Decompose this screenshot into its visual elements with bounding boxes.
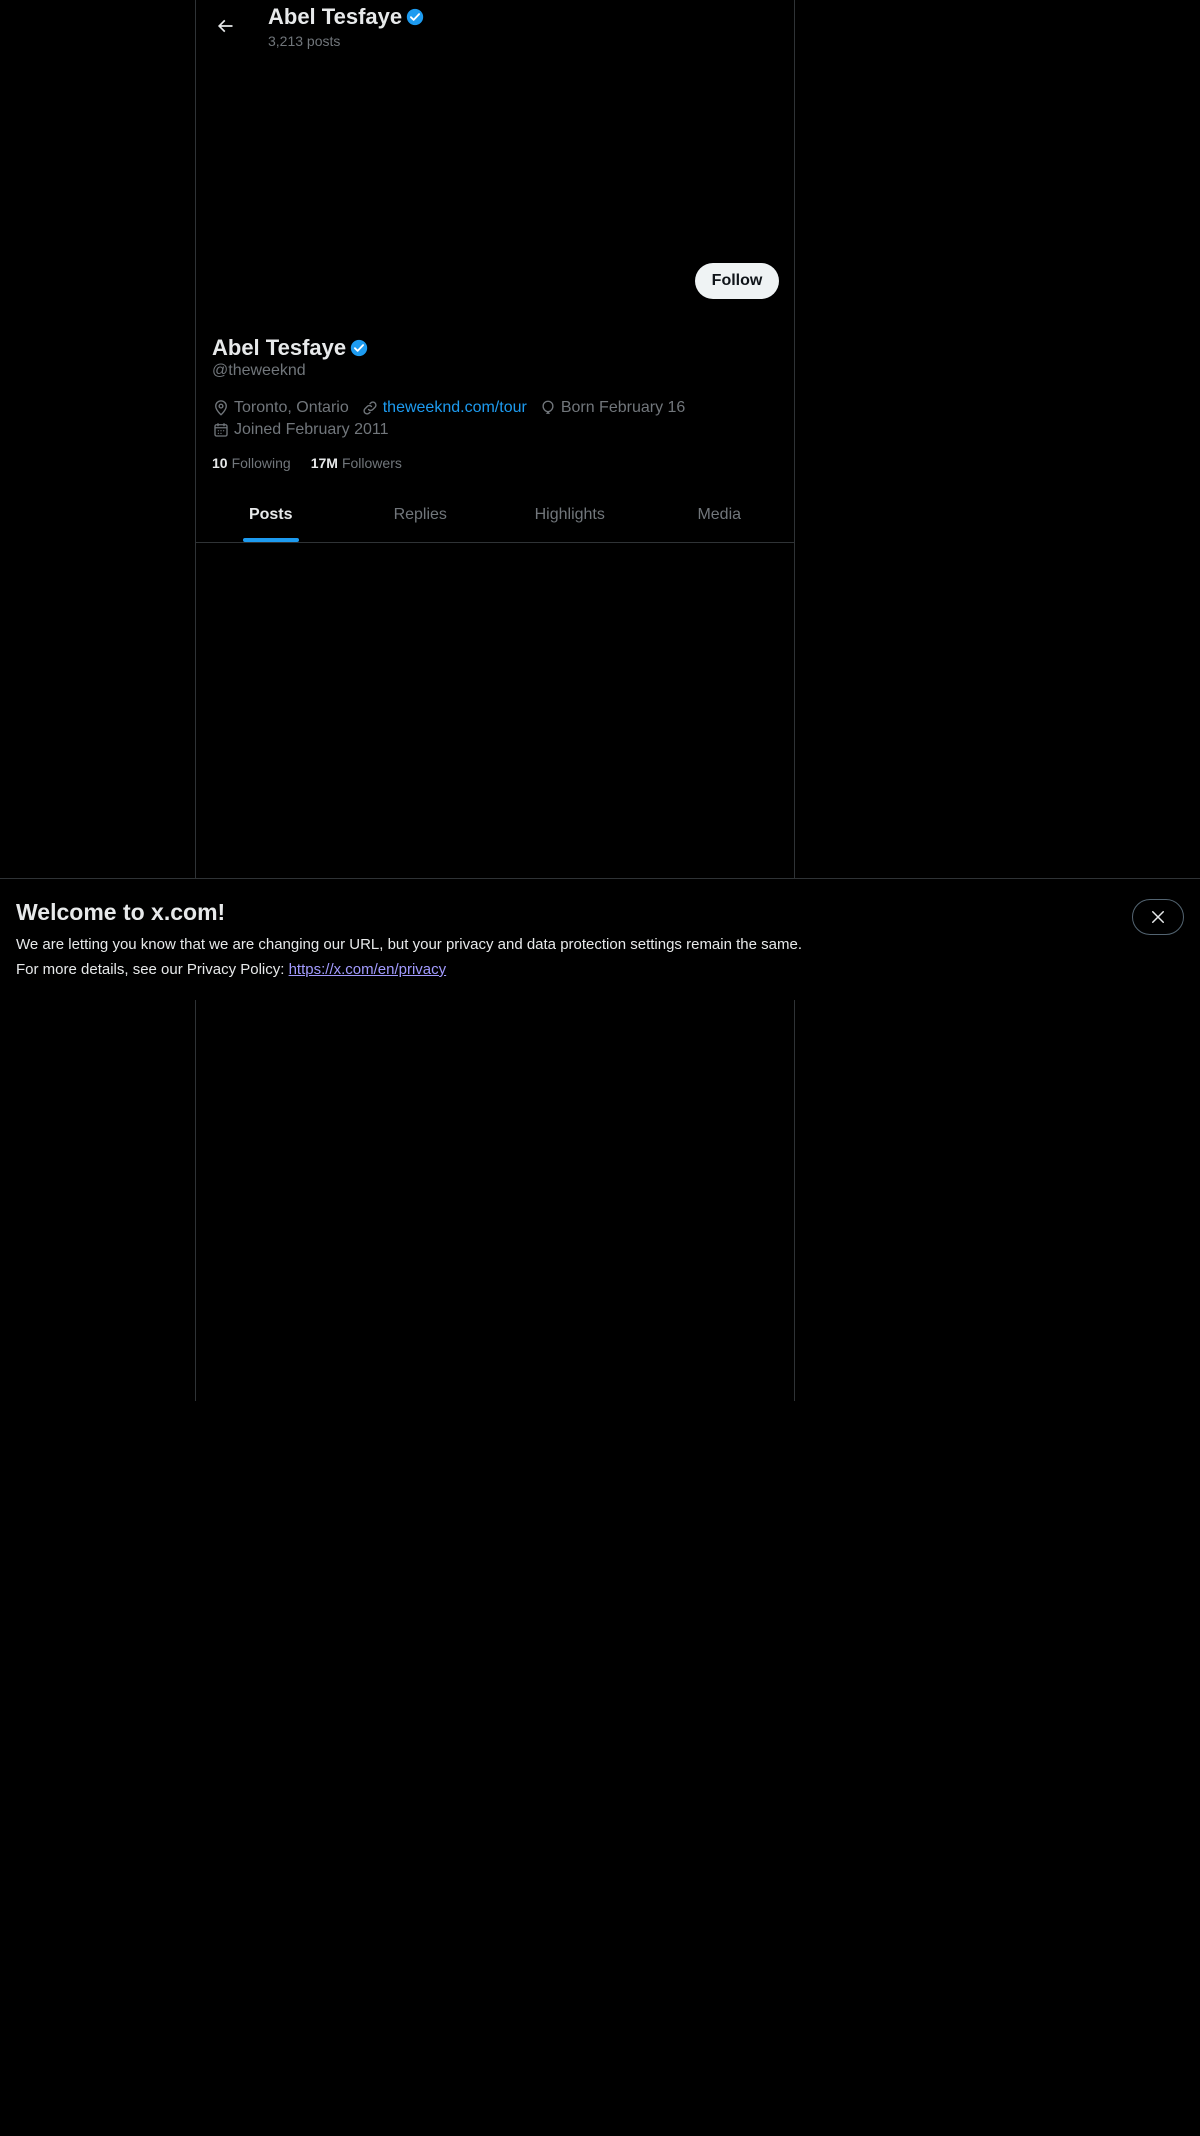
banner-privacy-line: For more details, see our Privacy Policy…: [16, 961, 446, 978]
verified-badge-icon: [349, 338, 369, 358]
calendar-icon: [214, 423, 228, 437]
follow-button[interactable]: Follow: [695, 263, 779, 299]
profile-header-bar: Abel Tesfaye 3,213 posts: [196, 0, 794, 53]
active-tab-indicator: [242, 538, 299, 542]
location-pin-icon: [215, 400, 227, 416]
header-name: Abel Tesfaye: [268, 4, 403, 29]
header-name-row: Abel Tesfaye: [268, 3, 425, 31]
tab-label: Posts: [248, 506, 293, 523]
profile-meta-row: Toronto, Ontario theweeknd.com/tour Born…: [212, 399, 697, 417]
arrow-left-icon: [217, 19, 233, 33]
profile-column: Abel Tesfaye 3,213 posts Follow Abel Tes…: [195, 0, 795, 1401]
birthday-text: Born February 16: [560, 399, 686, 416]
tab-label: Media: [697, 506, 742, 523]
profile-joined: Joined February 2011: [212, 421, 388, 439]
profile-birthday: Born February 16: [539, 399, 686, 417]
banner-privacy-prefix: For more details, see our Privacy Policy…: [16, 961, 289, 978]
banner-close-button[interactable]: [1132, 899, 1184, 935]
profile-location: Toronto, Ontario: [212, 399, 349, 417]
location-text: Toronto, Ontario: [234, 399, 349, 416]
followers-count: 17M: [310, 455, 338, 471]
tab-highlights[interactable]: Highlights: [495, 488, 645, 542]
tab-replies[interactable]: Replies: [346, 488, 496, 542]
welcome-banner: Welcome to x.com! We are letting you kno…: [0, 878, 1200, 1000]
followers-stat[interactable]: 17M Followers: [311, 455, 402, 471]
tab-label: Highlights: [534, 506, 605, 523]
profile-tabs: Posts Replies Highlights Media: [196, 488, 794, 543]
tab-label: Replies: [393, 506, 447, 523]
profile-name: Abel Tesfaye: [212, 335, 347, 360]
banner-title: Welcome to x.com!: [16, 899, 226, 925]
profile-name-row: Abel Tesfaye: [212, 334, 369, 362]
tab-media[interactable]: Media: [645, 488, 795, 542]
header-posts-count: 3,213 posts: [268, 33, 341, 49]
follow-stats: 10 Following 17M Followers: [212, 455, 422, 471]
following-stat[interactable]: 10 Following: [212, 455, 291, 471]
profile-joined-row: Joined February 2011: [212, 421, 400, 439]
following-label: Following: [231, 455, 291, 471]
back-button[interactable]: [208, 9, 242, 43]
profile-website: theweeknd.com/tour: [361, 399, 527, 417]
website-link[interactable]: theweeknd.com/tour: [383, 399, 527, 417]
verified-badge-icon: [405, 7, 425, 27]
link-icon: [363, 401, 377, 415]
privacy-policy-link[interactable]: https://x.com/en/privacy: [289, 961, 447, 978]
close-icon: [1152, 911, 1164, 923]
followers-label: Followers: [341, 455, 402, 471]
tab-posts[interactable]: Posts: [196, 488, 346, 542]
profile-handle: @theweeknd: [212, 362, 306, 379]
following-count: 10: [212, 455, 228, 471]
balloon-icon: [542, 400, 554, 414]
joined-text: Joined February 2011: [234, 421, 389, 438]
banner-message: We are letting you know that we are chan…: [16, 936, 802, 953]
